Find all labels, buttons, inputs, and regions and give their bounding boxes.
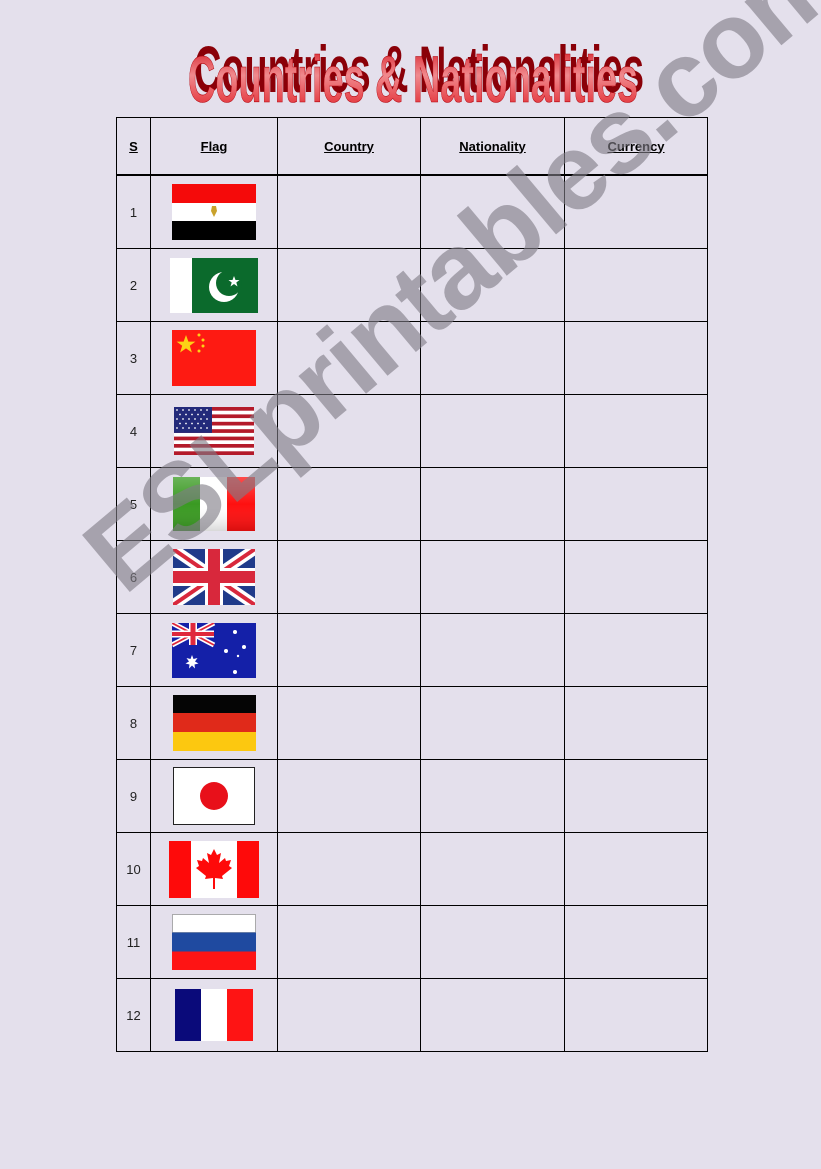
flag-cell [150, 394, 278, 468]
country-cell[interactable] [277, 540, 421, 614]
flag-cell [150, 248, 278, 322]
table-row: 11 [116, 905, 708, 979]
header-flag: Flag [150, 117, 278, 176]
flag-cell [150, 174, 278, 249]
row-number: 5 [116, 467, 151, 541]
russia-flag-icon [172, 914, 256, 970]
nationality-cell[interactable] [420, 759, 565, 833]
currency-cell[interactable] [564, 174, 708, 249]
germany-flag-icon [172, 695, 256, 751]
table-row: 9 [116, 759, 708, 833]
country-cell[interactable] [277, 248, 421, 322]
currency-cell[interactable] [564, 832, 708, 906]
nationality-cell[interactable] [420, 467, 565, 541]
egypt-flag-icon [172, 184, 256, 240]
row-number: 1 [116, 174, 151, 249]
country-cell[interactable] [277, 467, 421, 541]
country-cell[interactable] [277, 832, 421, 906]
header-currency: Currency [564, 117, 708, 176]
nationality-cell[interactable] [420, 686, 565, 760]
row-number: 11 [116, 905, 151, 979]
row-number: 6 [116, 540, 151, 614]
table-row: 4 [116, 394, 708, 468]
row-number: 7 [116, 613, 151, 687]
table-row: 7 [116, 613, 708, 687]
country-cell[interactable] [277, 174, 421, 249]
table-row: 6 [116, 540, 708, 614]
japan-flag-icon [173, 767, 255, 825]
row-number: 2 [116, 248, 151, 322]
nationality-cell[interactable] [420, 174, 565, 249]
country-cell[interactable] [277, 686, 421, 760]
currency-cell[interactable] [564, 978, 708, 1052]
worksheet-table: S Flag Country Nationality Currency 1 2 … [116, 117, 708, 1052]
italy-flag-icon [173, 477, 255, 531]
currency-cell[interactable] [564, 467, 708, 541]
country-cell[interactable] [277, 978, 421, 1052]
australia-flag-icon [172, 622, 256, 678]
currency-cell[interactable] [564, 905, 708, 979]
row-number: 12 [116, 978, 151, 1052]
nationality-cell[interactable] [420, 978, 565, 1052]
nationality-cell[interactable] [420, 248, 565, 322]
table-row: 5 [116, 467, 708, 541]
header-s: S [116, 117, 151, 176]
nationality-cell[interactable] [420, 832, 565, 906]
country-cell[interactable] [277, 905, 421, 979]
china-flag-icon [172, 330, 256, 386]
table-row: 10 [116, 832, 708, 906]
nationality-cell[interactable] [420, 905, 565, 979]
currency-cell[interactable] [564, 540, 708, 614]
currency-cell[interactable] [564, 759, 708, 833]
country-cell[interactable] [277, 759, 421, 833]
canada-flag-icon [169, 840, 259, 898]
row-number: 3 [116, 321, 151, 395]
france-flag-icon [175, 989, 253, 1041]
country-cell[interactable] [277, 321, 421, 395]
row-number: 10 [116, 832, 151, 906]
currency-cell[interactable] [564, 686, 708, 760]
row-number: 9 [116, 759, 151, 833]
flag-cell [150, 613, 278, 687]
table-row: 12 [116, 978, 708, 1052]
title-text: Countries & Nationalities [188, 42, 638, 112]
nationality-cell[interactable] [420, 540, 565, 614]
nationality-cell[interactable] [420, 394, 565, 468]
table-row: 1 [116, 174, 708, 249]
flag-cell [150, 832, 278, 906]
row-number: 4 [116, 394, 151, 468]
flag-cell [150, 467, 278, 541]
pakistan-flag-icon [170, 257, 258, 313]
table-row: 2 [116, 248, 708, 322]
currency-cell[interactable] [564, 613, 708, 687]
currency-cell[interactable] [564, 248, 708, 322]
nationality-cell[interactable] [420, 613, 565, 687]
flag-cell [150, 686, 278, 760]
flag-cell [150, 905, 278, 979]
nationality-cell[interactable] [420, 321, 565, 395]
table-row: 3 [116, 321, 708, 395]
worksheet-title: Countries & Nationalities Countries & Na… [186, 22, 644, 116]
flag-cell [150, 978, 278, 1052]
currency-cell[interactable] [564, 321, 708, 395]
flag-cell [150, 321, 278, 395]
header-row: S Flag Country Nationality Currency [116, 117, 708, 176]
country-cell[interactable] [277, 394, 421, 468]
table-row: 8 [116, 686, 708, 760]
flag-cell [150, 540, 278, 614]
usa-flag-icon [174, 407, 254, 455]
flag-cell [150, 759, 278, 833]
header-country: Country [277, 117, 421, 176]
uk-flag-icon [173, 549, 255, 605]
country-cell[interactable] [277, 613, 421, 687]
header-nationality: Nationality [420, 117, 565, 176]
row-number: 8 [116, 686, 151, 760]
currency-cell[interactable] [564, 394, 708, 468]
